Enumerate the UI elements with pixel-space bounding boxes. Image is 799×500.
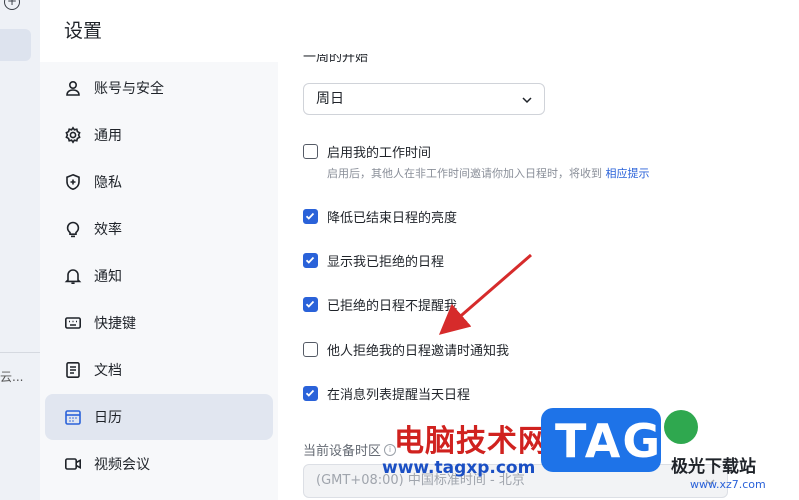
checkbox[interactable] (303, 253, 318, 268)
nav-label: 快捷键 (94, 316, 136, 332)
settings-nav: 账号与安全 通用 隐私 效率 通知 快捷键 文档 日历 视频会议 (40, 62, 278, 500)
shield-icon (64, 173, 82, 191)
chevron-down-icon (522, 97, 532, 104)
checkbox[interactable] (303, 386, 318, 401)
check-icon (305, 212, 315, 220)
checkbox[interactable] (303, 144, 318, 159)
option-label: 降低已结束日程的亮度 (327, 211, 458, 226)
nav-item-privacy[interactable]: 隐私 (45, 159, 273, 205)
hint-link[interactable]: 相应提示 (606, 167, 650, 180)
gear-icon (64, 126, 82, 144)
week-start-value: 周日 (316, 91, 344, 107)
video-icon (64, 455, 82, 473)
left-sidebar-strip: + 云... (0, 0, 40, 500)
nav-label: 通用 (94, 128, 122, 144)
work-hours-hint: 启用后，其他人在非工作时间邀请你加入日程时，将收到 相应提示 (327, 165, 650, 181)
check-icon (305, 256, 315, 264)
option-label: 已拒绝的日程不提醒我 (327, 299, 458, 314)
nav-item-efficiency[interactable]: 效率 (45, 206, 273, 252)
sidebar-selected-item[interactable] (0, 29, 31, 61)
week-start-label: 一周的开始 (303, 50, 369, 65)
checkbox[interactable] (303, 342, 318, 357)
add-icon[interactable]: + (4, 0, 20, 10)
option-label: 启用我的工作时间 (327, 146, 432, 161)
watermark-tag-logo: TAG (541, 408, 661, 472)
check-icon (305, 300, 315, 308)
divider (0, 352, 40, 353)
checkbox[interactable] (303, 209, 318, 224)
watermark-site-name: 电脑技术网 (394, 424, 549, 459)
hint-text: 启用后，其他人在非工作时间邀请你加入日程时，将收到 (327, 167, 602, 180)
option-remind-today[interactable]: 在消息列表提醒当天日程 (303, 384, 470, 403)
nav-item-documents[interactable]: 文档 (45, 347, 273, 393)
watermark-logo-text: 极光下载站 (671, 457, 756, 477)
document-icon (64, 361, 82, 379)
nav-item-account-security[interactable]: 账号与安全 (45, 65, 273, 111)
watermark-badge-icon (664, 410, 698, 444)
person-icon (64, 79, 82, 97)
watermark-tag-text: TAG (555, 414, 663, 468)
nav-label: 效率 (94, 222, 122, 238)
nav-label: 视频会议 (94, 457, 150, 473)
option-show-declined[interactable]: 显示我已拒绝的日程 (303, 251, 444, 270)
device-timezone-text: 当前设备时区 (303, 444, 382, 459)
option-label: 在消息列表提醒当天日程 (327, 388, 471, 403)
nav-item-calendar[interactable]: 日历 (45, 394, 273, 440)
nav-item-notifications[interactable]: 通知 (45, 253, 273, 299)
watermark-url: www.tagxp.com (382, 458, 536, 478)
nav-item-video-meeting[interactable]: 视频会议 (45, 441, 273, 487)
option-label: 显示我已拒绝的日程 (327, 255, 445, 270)
device-timezone-label: 当前设备时区 i (303, 440, 397, 459)
option-dim-ended[interactable]: 降低已结束日程的亮度 (303, 207, 457, 226)
week-start-select[interactable]: 周日 (303, 83, 545, 115)
keyboard-icon (64, 314, 82, 332)
nav-item-shortcuts[interactable]: 快捷键 (45, 300, 273, 346)
nav-item-general[interactable]: 通用 (45, 112, 273, 158)
page-title: 设置 (64, 20, 103, 42)
calendar-icon (64, 408, 82, 426)
sidebar-item-label[interactable]: 云... (0, 368, 23, 385)
watermark-logo-url: www.xz7.com (690, 478, 766, 491)
option-label: 他人拒绝我的日程邀请时通知我 (327, 344, 510, 359)
nav-label: 隐私 (94, 175, 122, 191)
lightbulb-icon (64, 220, 82, 238)
checkbox[interactable] (303, 297, 318, 312)
nav-label: 账号与安全 (94, 81, 164, 97)
bell-icon (64, 267, 82, 285)
option-notify-declined-invite[interactable]: 他人拒绝我的日程邀请时通知我 (303, 340, 509, 359)
option-work-hours[interactable]: 启用我的工作时间 (303, 142, 431, 161)
nav-label: 日历 (94, 410, 122, 426)
nav-label: 文档 (94, 363, 122, 379)
check-icon (305, 389, 315, 397)
option-no-remind-declined[interactable]: 已拒绝的日程不提醒我 (303, 295, 457, 314)
nav-label: 通知 (94, 269, 122, 285)
